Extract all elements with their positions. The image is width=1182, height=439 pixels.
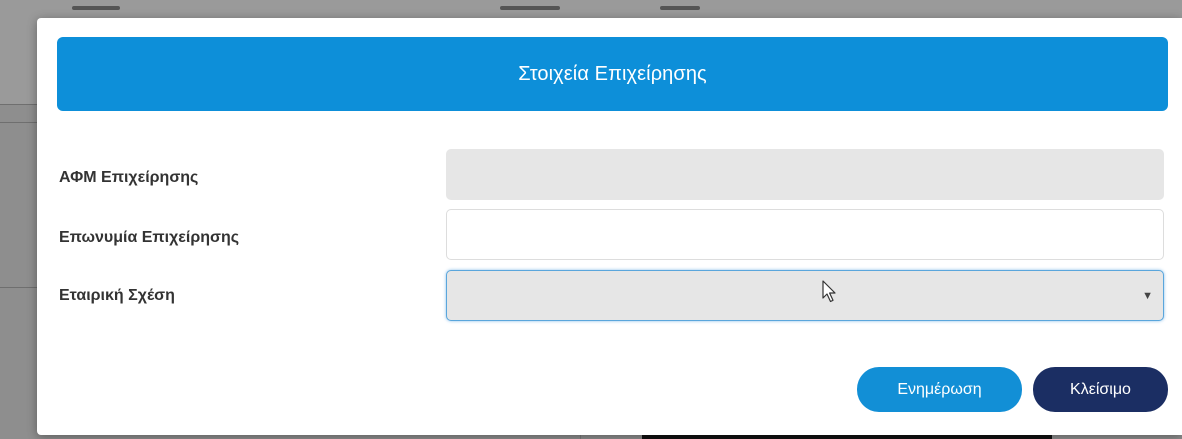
form-row-afm: ΑΦΜ Επιχείρησης (37, 149, 1182, 203)
corporate-relation-label: Εταιρική Σχέση (59, 287, 175, 304)
backdrop-glyph (500, 6, 560, 10)
close-button[interactable]: Κλείσιμο (1033, 367, 1168, 412)
form-row-company-name: Επωνυμία Επιχείρησης (37, 209, 1182, 263)
afm-label: ΑΦΜ Επιχείρησης (59, 169, 199, 186)
company-details-modal: Στοιχεία Επιχείρησης ΑΦΜ Επιχείρησης Επω… (37, 18, 1182, 435)
corporate-relation-select[interactable]: ▼ (446, 270, 1164, 321)
dropdown-caret-icon: ▼ (1142, 289, 1153, 302)
backdrop-glyph (660, 6, 700, 10)
company-name-label: Επωνυμία Επιχείρησης (59, 229, 240, 246)
form-row-corporate-relation: Εταιρική Σχέση ▼ (37, 270, 1182, 324)
modal-title: Στοιχεία Επιχείρησης (518, 62, 707, 85)
backdrop-glyph (72, 6, 120, 10)
mouse-pointer-icon (822, 280, 836, 303)
afm-field (446, 149, 1164, 200)
modal-header: Στοιχεία Επιχείρησης (57, 37, 1168, 111)
company-name-field[interactable] (446, 209, 1164, 260)
update-button[interactable]: Ενημέρωση (857, 367, 1022, 412)
